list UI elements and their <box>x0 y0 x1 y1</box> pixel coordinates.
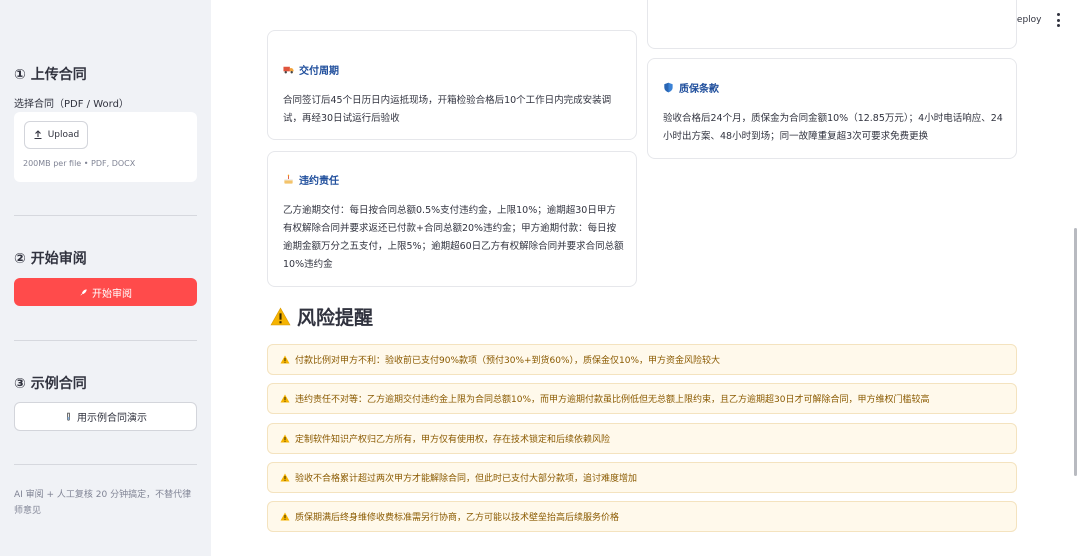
warning-icon <box>280 394 290 403</box>
start-review-button[interactable]: 开始审阅 <box>14 278 197 306</box>
delivery-title-text: 交付周期 <box>299 66 339 77</box>
risk-item-text: 定制软件知识产权归乙方所有，甲方仅有使用权，存在技术锁定和后续依赖风险 <box>295 435 611 445</box>
breach-title-text: 违约责任 <box>299 176 339 187</box>
warning-icon <box>280 512 290 521</box>
delivery-card-body: 合同签订后45个日历日内运抵现场，开箱检验合格后10个工作日内完成安装调试，再经… <box>283 95 612 124</box>
risk-heading: 风险提醒 <box>270 303 373 330</box>
main-scrollbar[interactable] <box>1074 228 1077 476</box>
risk-item: 质保期满后终身维修收费标准需另行协商，乙方可能以技术壁垒抬高后续服务价格 <box>267 501 1017 532</box>
card-partial <box>647 0 1017 49</box>
upload-button[interactable]: Upload <box>24 121 88 149</box>
divider <box>14 215 197 216</box>
upload-icon <box>34 130 42 140</box>
delivery-card-title: 交付周期 <box>283 62 339 77</box>
file-uploader[interactable]: Upload 200MB per file • PDF, DOCX <box>14 112 197 182</box>
upload-heading: ① 上传合同 <box>14 67 87 83</box>
more-vertical-icon[interactable] <box>1053 13 1063 27</box>
breach-card-title: 违约责任 <box>283 172 339 187</box>
warning-icon <box>270 307 291 326</box>
select-contract-label: 选择合同（PDF / Word） <box>14 99 129 110</box>
rocket-icon <box>80 288 87 296</box>
risk-item: 违约责任不对等：乙方逾期交付违约金上限为合同总额10%，而甲方逾期付款虽比例低但… <box>267 383 1017 414</box>
risk-item: 定制软件知识产权归乙方所有，甲方仅有使用权，存在技术锁定和后续依赖风险 <box>267 423 1017 454</box>
warning-icon <box>280 434 290 443</box>
example-contract-button[interactable]: 用示例合同演示 <box>14 402 197 431</box>
upload-hint: 200MB per file • PDF, DOCX <box>23 159 136 168</box>
risk-heading-text: 风险提醒 <box>297 307 374 329</box>
upload-button-label: Upload <box>47 130 80 140</box>
shield-icon <box>664 82 673 93</box>
sidebar: ① 上传合同 选择合同（PDF / Word） Upload 200MB per… <box>0 0 211 556</box>
start-review-label: 开始审阅 <box>92 288 132 300</box>
example-heading: ③ 示例合同 <box>14 376 87 392</box>
risk-item-text: 付款比例对甲方不利：验收前已支付90%款项（预付30%+到货60%），质保金仅1… <box>295 356 721 366</box>
risk-item: 付款比例对甲方不利：验收前已支付90%款项（预付30%+到货60%），质保金仅1… <box>267 344 1017 375</box>
example-button-label: 用示例合同演示 <box>77 413 147 424</box>
warning-icon <box>280 473 290 482</box>
risk-item-text: 违约责任不对等：乙方逾期交付违约金上限为合同总额10%，而甲方逾期付款虽比例低但… <box>295 395 930 405</box>
warning-icon <box>280 355 290 364</box>
delivery-card: 交付周期 合同签订后45个日历日内运抵现场，开箱检验合格后10个工作日内完成安装… <box>267 30 637 140</box>
truck-icon <box>283 66 294 74</box>
divider <box>14 340 197 341</box>
breach-card: 违约责任 乙方逾期交付：每日按合同总额0.5%支付违约金，上限10%；逾期超30… <box>267 151 637 287</box>
breach-card-body: 乙方逾期交付：每日按合同总额0.5%支付违约金，上限10%；逾期超30日甲方有权… <box>283 205 624 270</box>
warranty-card-title: 质保条款 <box>663 80 719 95</box>
warranty-title-text: 质保条款 <box>679 84 719 95</box>
cake-icon <box>284 174 293 184</box>
test-tube-icon <box>67 412 70 421</box>
sidebar-footer-note: AI 审阅 + 人工复核 20 分钟搞定，不替代律师意见 <box>14 490 192 516</box>
risk-item-text: 质保期满后终身维修收费标准需另行协商，乙方可能以技术壁垒抬高后续服务价格 <box>295 513 620 523</box>
risk-item-text: 验收不合格累计超过两次甲方才能解除合同，但此时已支付大部分款项，追讨难度增加 <box>295 474 638 484</box>
divider <box>14 464 197 465</box>
warranty-card-body: 验收合格后24个月，质保金为合同金额10%（12.85万元）；4小时电话响应、2… <box>663 113 1003 142</box>
risk-item: 验收不合格累计超过两次甲方才能解除合同，但此时已支付大部分款项，追讨难度增加 <box>267 462 1017 493</box>
review-heading: ② 开始审阅 <box>14 251 87 267</box>
warranty-card: 质保条款 验收合格后24个月，质保金为合同金额10%（12.85万元）；4小时电… <box>647 58 1017 159</box>
